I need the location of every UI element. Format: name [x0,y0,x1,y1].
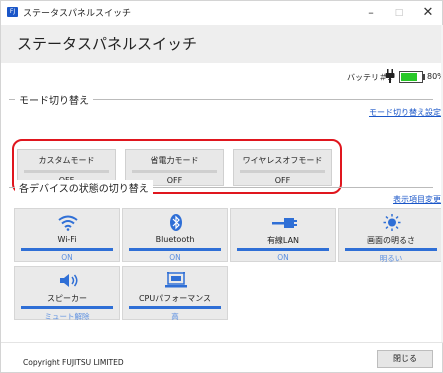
device-label: スピーカー [47,294,87,303]
battery-icon [399,71,423,83]
wifi-icon [58,215,78,231]
device-state: ON [61,253,73,262]
wired-lan-icon [272,218,297,228]
mode-button-label: 省電力モード [150,156,199,165]
mode-section-title: モード切り替え [15,92,93,107]
wireless-off-mode-button[interactable]: ワイヤレスオフモード OFF [233,149,332,186]
copyright-text: Copyright FUJITSU LIMITED [23,358,124,367]
cpu-performance-toggle[interactable]: CPUパフォーマンス 高 [122,266,228,321]
wired-lan-toggle[interactable]: 有線LAN ON [230,208,336,262]
speaker-icon [60,274,78,287]
device-label: Bluetooth [155,235,195,244]
mode-button-separator [24,170,109,173]
device-state: ON [169,253,181,262]
device-label: CPUパフォーマンス [138,294,212,303]
battery-level-fill [401,73,417,81]
battery-status: バッテリ＃1 80% [0,63,443,89]
device-state-bar [21,306,113,309]
maximize-button[interactable]: □ [385,3,413,23]
bluetooth-toggle[interactable]: Bluetooth ON [122,208,228,262]
brightness-icon [383,214,401,231]
device-state: 明るい [379,254,403,263]
bluetooth-icon [170,214,182,231]
page-title: ステータスパネルスイッチ [17,35,198,53]
battery-tip [423,74,425,80]
mode-button-separator [240,170,325,173]
display-items-link[interactable]: 表示項目変更 [393,194,441,205]
minimize-button[interactable]: – [357,3,385,23]
close-window-button[interactable]: ✕ [414,3,442,23]
device-state: 高 [171,312,179,321]
device-label: Wi-Fi [57,235,77,244]
device-state-bar [129,306,221,309]
status-panel-window: FJ ステータスパネルスイッチ – □ ✕ ステータスパネルスイッチ バッテリ＃… [0,0,443,373]
device-state-bar [21,248,113,251]
device-label: 画面の明るさ [367,236,415,245]
speaker-toggle[interactable]: スピーカー ミュート解除 [14,266,120,321]
page-header: ステータスパネルスイッチ [1,25,443,63]
title-bar: FJ ステータスパネルスイッチ – □ ✕ [1,1,443,25]
device-label: 有線LAN [266,236,300,245]
ac-plug-icon [385,69,395,83]
app-icon: FJ [7,7,18,17]
device-state-bar [237,248,329,251]
device-state: ON [277,253,289,262]
close-button[interactable]: 閉じる [377,350,433,368]
window-title: ステータスパネルスイッチ [23,9,132,19]
device-state: ミュート解除 [44,312,90,321]
brightness-toggle[interactable]: 画面の明るさ 明るい [338,208,443,263]
mode-settings-link[interactable]: モード切り替え設定 [369,107,441,118]
device-state-bar [129,248,221,251]
wifi-toggle[interactable]: Wi-Fi ON [14,208,120,262]
mode-button-label: ワイヤレスオフモード [242,156,323,165]
device-section-title: 各デバイスの状態の切り替え [15,180,153,195]
mode-button-value: OFF [274,176,291,185]
mode-button-separator [132,170,217,173]
footer-divider [1,342,443,343]
cpu-performance-icon [165,272,187,288]
mode-button-label: カスタムモード [38,156,95,165]
device-state-bar [345,248,437,251]
